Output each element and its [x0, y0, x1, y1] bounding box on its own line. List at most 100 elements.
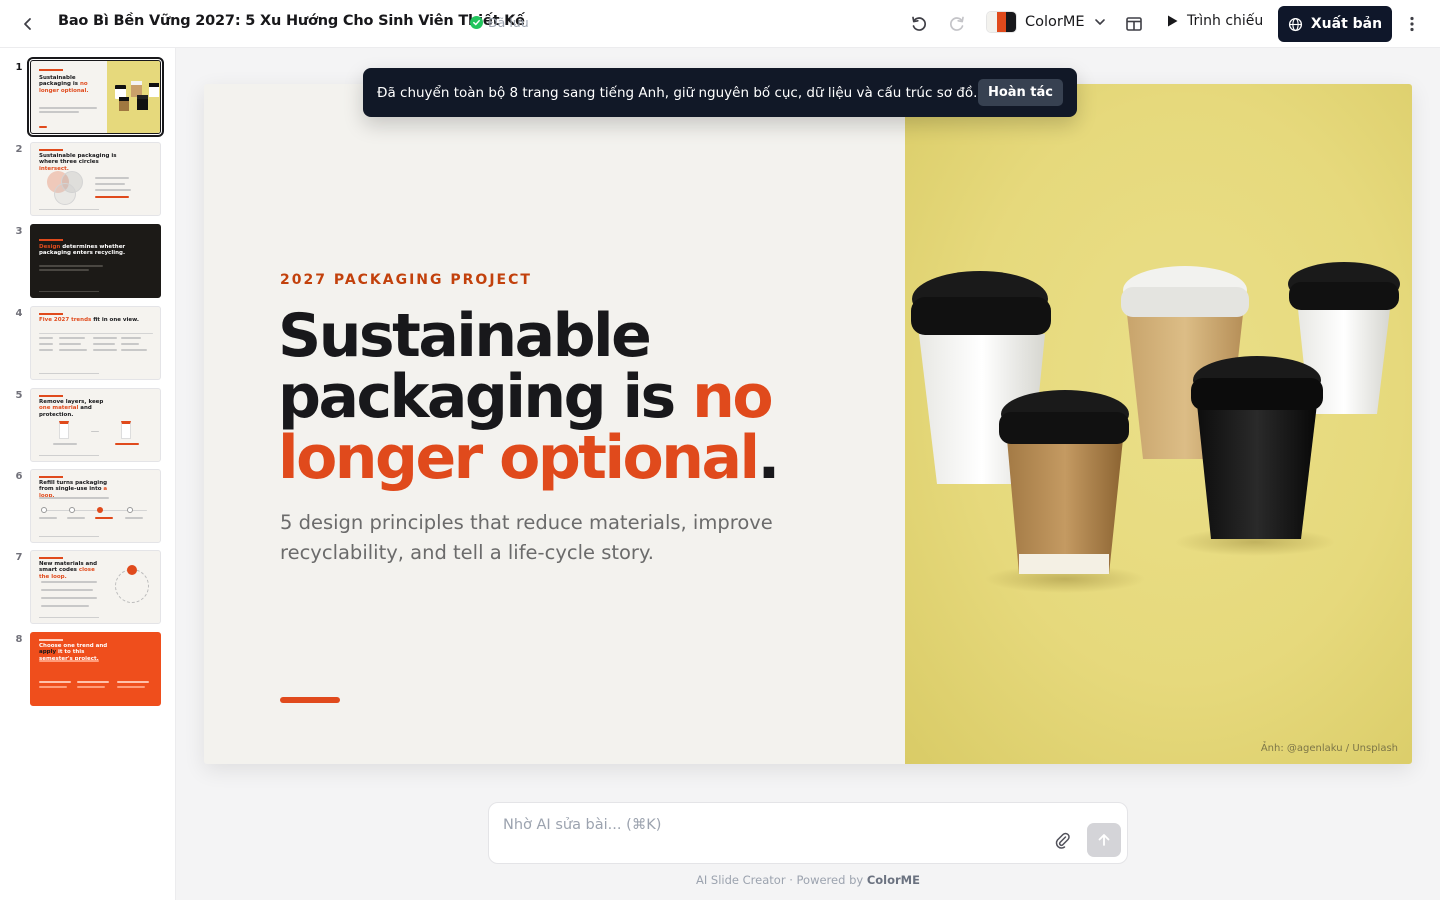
package-illustration: [121, 421, 131, 439]
undo-toast-button[interactable]: Hoàn tác: [977, 79, 1063, 106]
slide-thumbnail-1[interactable]: Sustainable packaging is no longer optio…: [27, 57, 164, 137]
thumbnail-kicker: [39, 69, 63, 71]
thumbnail-text-line: [41, 589, 93, 591]
thumbnail-title: Five 2027 trends fit in one view.: [39, 317, 139, 323]
thumbnail-text-line: [115, 443, 139, 445]
slide-thumbnail-2[interactable]: Sustainable packaging is where three cir…: [30, 142, 161, 216]
thumbnail-title: Sustainable packaging is where three cir…: [39, 153, 117, 172]
slide-thumbnail-5[interactable]: Remove layers, keep one material and pro…: [30, 388, 161, 462]
thumbnail-text-line: [77, 686, 105, 688]
undo-button[interactable]: [905, 10, 933, 38]
thumbnail-text-line: [41, 581, 97, 583]
thumbnail-text-line: [121, 343, 139, 345]
thumbnail-text-line: [95, 196, 129, 198]
thumbnail-row[interactable]: 1 Sustainable packaging is no longer opt…: [0, 57, 176, 137]
thumbnail-text-line: [95, 189, 131, 191]
thumbnail-row[interactable]: 6 Refill turns packaging from single-use…: [0, 469, 176, 545]
thumbnail-number: 5: [15, 390, 23, 401]
thumbnail-text-line: [121, 349, 147, 351]
thumbnail-text-line: [77, 681, 109, 683]
thumbnail-text-line: [95, 183, 125, 185]
slide-thumbnail-4[interactable]: Five 2027 trends fit in one view.: [30, 306, 161, 380]
undo-icon: [912, 16, 926, 31]
thumbnail-text-line: [59, 343, 81, 345]
thumbnail-footer: [39, 454, 99, 456]
thumbnail-title: Sustainable packaging is no longer optio…: [39, 75, 89, 94]
slide-headline[interactable]: Sustainable packaging is no longer optio…: [278, 306, 838, 489]
thumbnail-text-line: [39, 686, 67, 688]
thumbnail-row[interactable]: 7 New materials and smart codes close th…: [0, 550, 176, 626]
thumbnail-text-line: [67, 517, 85, 519]
thumbnail-text-line: [39, 265, 103, 267]
attach-button[interactable]: [1051, 829, 1073, 851]
thumbnail-text-line: [41, 605, 89, 607]
arrow-line: [91, 431, 99, 432]
thumbnail-text-line: [53, 443, 77, 445]
publish-button[interactable]: Xuất bản: [1278, 6, 1392, 42]
life-cycle-node: [127, 565, 137, 575]
accent-bar: [280, 697, 340, 703]
brand-swatch: [986, 11, 1017, 33]
thumbnail-footer: [39, 616, 99, 618]
slide-thumbnail-3[interactable]: Design determines whether packaging ente…: [30, 224, 161, 298]
slide-canvas[interactable]: 2027 PACKAGING PROJECT Sustainable packa…: [204, 84, 1412, 764]
thumbnail-text-line: [39, 660, 99, 662]
thumbnail-text-line: [95, 517, 113, 519]
play-icon: [1168, 15, 1178, 27]
cups-photo[interactable]: Ảnh: @agenlaku / Unsplash: [905, 84, 1412, 764]
thumbnail-number: 7: [15, 552, 23, 563]
thumbnail-number: 3: [15, 226, 23, 237]
thumbnail-text-line: [117, 681, 149, 683]
chevron-down-icon: [1094, 19, 1105, 25]
thumbnail-text-line: [39, 337, 53, 339]
thumbnail-photo: [107, 61, 160, 133]
thumbnail-text-line: [59, 337, 85, 339]
thumbnail-title: New materials and smart codes close the …: [39, 561, 98, 580]
timeline-step: [97, 507, 103, 513]
thumbnail-text-line: [39, 517, 57, 519]
send-button[interactable]: [1087, 823, 1121, 857]
save-status-label: Đã lưu: [488, 15, 529, 30]
thumbnail-text-line: [39, 497, 109, 499]
redo-button[interactable]: [943, 10, 971, 38]
layout-toggle-button[interactable]: [1120, 10, 1148, 38]
brand-selector[interactable]: ColorME: [986, 11, 1107, 33]
thumbnail-row[interactable]: 2 Sustainable packaging is where three c…: [0, 142, 176, 218]
thumbnail-row[interactable]: 4 Five 2027 trends fit in one view.: [0, 306, 176, 382]
thumbnail-title: Design determines whether packaging ente…: [39, 244, 126, 257]
timeline-step: [41, 507, 47, 513]
present-button[interactable]: Trình chiếu: [1166, 13, 1263, 29]
thumbnail-text-line: [39, 349, 53, 351]
timeline-step: [69, 507, 75, 513]
thumbnail-text-line: [93, 343, 115, 345]
thumbnail-kicker: [39, 149, 63, 151]
brand-name: ColorME: [1025, 14, 1085, 30]
thumbnail-text-line: [93, 349, 117, 351]
thumbnail-text-line: [39, 681, 71, 683]
thumbnail-row[interactable]: 8 Choose one trend and apply it to this …: [0, 632, 176, 708]
slide-thumbnail-6[interactable]: Refill turns packaging from single-use i…: [30, 469, 161, 543]
thumbnail-text-line: [39, 343, 53, 345]
globe-icon: [1288, 17, 1302, 31]
thumbnail-kicker: [39, 557, 63, 559]
thumbnail-row[interactable]: 5 Remove layers, keep one material and p…: [0, 388, 176, 464]
ai-prompt-input[interactable]: [503, 817, 1023, 833]
chevron-left-icon: [24, 18, 31, 30]
slide-thumbnail-7[interactable]: New materials and smart codes close the …: [30, 550, 161, 624]
slide-kicker[interactable]: 2027 PACKAGING PROJECT: [280, 272, 532, 288]
more-menu-button[interactable]: [1400, 10, 1424, 38]
thumbnail-kicker: [39, 395, 63, 397]
slide-subtitle[interactable]: 5 design principles that reduce material…: [280, 508, 840, 568]
thumbnail-text-line: [39, 269, 89, 271]
table-rule: [39, 333, 153, 334]
thumbnail-footer: [39, 290, 99, 292]
thumbnail-row[interactable]: 3 Design determines whether packaging en…: [0, 224, 176, 300]
thumbnail-footer: [39, 535, 99, 537]
thumbnail-number: 8: [15, 634, 23, 645]
photo-credit: Ảnh: @agenlaku / Unsplash: [1260, 743, 1398, 754]
slide-thumbnail-8[interactable]: Choose one trend and apply it to this se…: [30, 632, 161, 706]
document-title[interactable]: Bao Bì Bền Vững 2027: 5 Xu Hướng Cho Sin…: [58, 13, 525, 29]
venn-circle: [54, 183, 76, 205]
back-button[interactable]: [14, 10, 42, 38]
thumbnail-text-line: [39, 107, 97, 109]
